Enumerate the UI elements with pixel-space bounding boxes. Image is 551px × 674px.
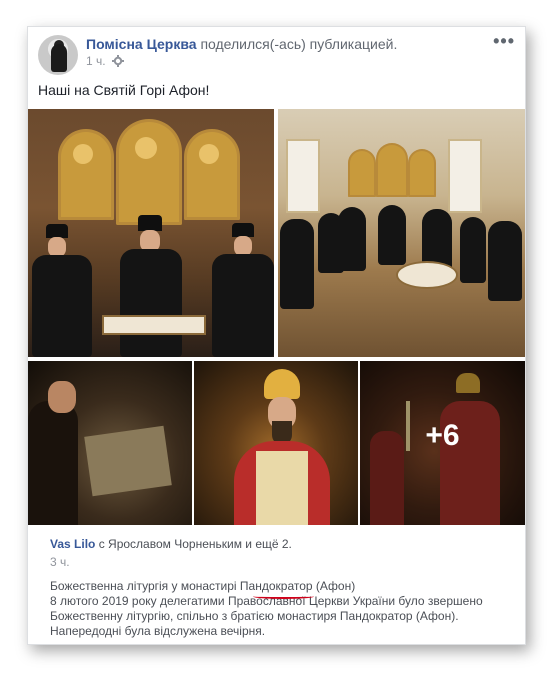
photo-liturgy[interactable]: +6 <box>360 361 525 525</box>
page-avatar[interactable] <box>38 35 78 75</box>
shared-time[interactable]: 3 ч. <box>50 555 70 569</box>
photo-bishop[interactable] <box>194 361 358 525</box>
post-caption: Наші на Святій Горі Афон! <box>38 82 210 98</box>
post-meta: 1 ч. <box>86 54 124 68</box>
post-card: Помісна Церква поделился(-ась) публикаци… <box>27 26 526 645</box>
more-photos-count[interactable]: +6 <box>360 419 525 453</box>
gear-icon[interactable] <box>111 55 124 67</box>
red-underline-mark <box>253 594 314 599</box>
shared-author-line: Vas Lilo с Ярославом Чорненьким и ещё 2. <box>50 537 292 551</box>
text-line: Божественну літургію, спільно з братією … <box>50 609 459 623</box>
photo-manuscript[interactable] <box>28 361 192 525</box>
text-line: Божественна літургія у монастирі Пандокр… <box>50 579 356 593</box>
post-header: Помісна Церква поделился(-ась) публикаци… <box>86 35 397 53</box>
text-line: Напередодні була відслужена вечірня. <box>50 624 266 638</box>
post-time[interactable]: 1 ч. <box>86 54 106 68</box>
more-options-icon[interactable]: ••• <box>493 31 515 52</box>
photo-monks-iconostasis[interactable] <box>28 109 274 357</box>
photo-reception-hall[interactable] <box>278 109 525 357</box>
shared-post-text: Божественна літургія у монастирі Пандокр… <box>50 579 510 639</box>
shared-text: поделился(-ась) публикацией. <box>200 36 398 52</box>
shared-author-link[interactable]: Vas Lilo <box>50 537 95 551</box>
tagged-with-text[interactable]: с Ярославом Чорненьким и ещё 2. <box>99 537 292 551</box>
page-name-link[interactable]: Помісна Церква <box>86 36 197 52</box>
